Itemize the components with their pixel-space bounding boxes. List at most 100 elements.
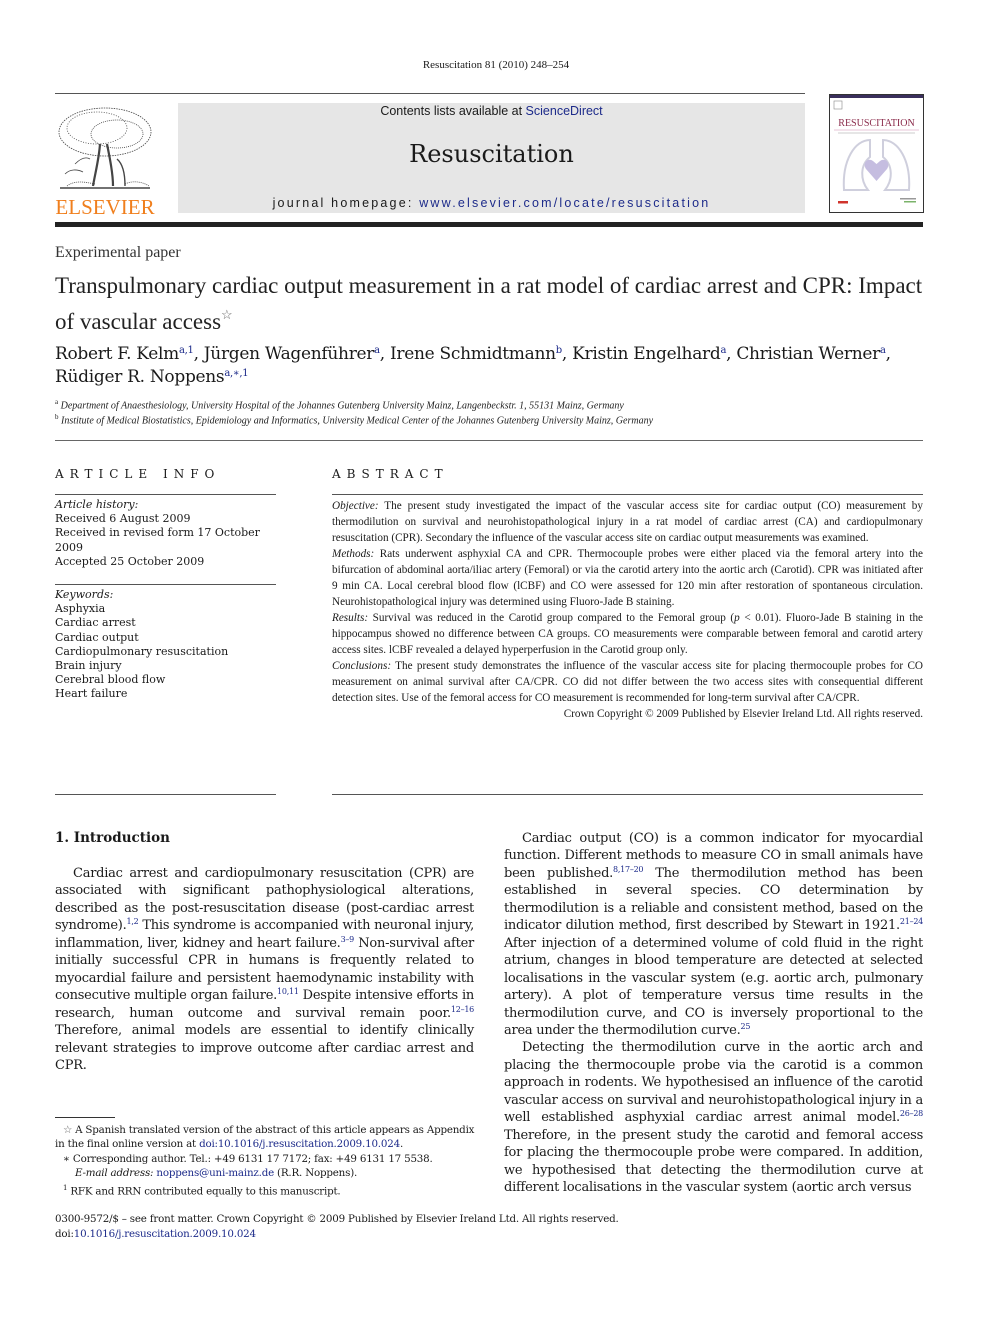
abstract-heading: ABSTRACT (332, 467, 449, 481)
footnote-one: 1 RFK and RRN contributed equally to thi… (55, 1181, 475, 1199)
citation-link[interactable]: 12–16 (451, 1005, 474, 1014)
article-history: Article history: Received 6 August 2009 … (55, 498, 285, 569)
abstract-text: Survival was reduced in the Carotid grou… (368, 612, 735, 624)
star-mark: ☆ (63, 1124, 73, 1136)
history-item: Received 6 August 2009 (55, 512, 191, 526)
citation-link[interactable]: 1,2 (126, 917, 138, 926)
author-name: Jürgen Wagenführer (203, 344, 375, 364)
keyword: Cardiac output (55, 630, 139, 644)
sciencedirect-link[interactable]: ScienceDirect (526, 104, 603, 118)
author-affiliation-mark[interactable]: a,1 (179, 345, 194, 356)
author-separator: , (561, 344, 573, 364)
affiliation-rule (55, 440, 923, 441)
abstract-text: Rats underwent asphyxial CA and CPR. The… (332, 548, 923, 608)
footnote-email: E-mail address: noppens@uni-mainz.de (R.… (55, 1166, 475, 1180)
affiliation-text: Department of Anaesthesiology, Universit… (60, 400, 624, 412)
affiliation-text: Institute of Medical Biostatistics, Epid… (61, 415, 654, 427)
paragraph-text: Therefore, animal models are essential t… (55, 1023, 474, 1073)
affiliation-mark: b (55, 413, 59, 421)
journal-homepage-line: journal homepage: www.elsevier.com/locat… (178, 196, 805, 210)
abstract-methods: Methods: Rats underwent asphyxial CA and… (332, 546, 923, 610)
cover-title: RESUSCITATION (838, 118, 914, 129)
author-separator: , (726, 344, 737, 364)
citation-link[interactable]: 21–24 (900, 917, 923, 926)
paragraph-text: Therefore, in the present study the caro… (504, 1127, 923, 1196)
doi-link[interactable]: doi:10.1016/j.resuscitation.2009.10.024 (199, 1138, 400, 1150)
history-item: Received in revised form 17 October 2009 (55, 526, 260, 554)
divider (55, 494, 276, 495)
abstract-text: The present study demonstrates the influ… (332, 660, 923, 704)
abstract-label: Objective: (332, 500, 379, 512)
contents-prefix: Contents lists available at (380, 104, 526, 118)
title-footnote-mark[interactable]: ☆ (221, 307, 233, 322)
footnote-text: Corresponding author. Tel.: +49 6131 17 … (69, 1152, 433, 1165)
author-name: Rüdiger R. Noppens (55, 367, 225, 387)
paragraph-text: After injection of a determined volume o… (504, 935, 923, 1038)
doi-prefix: doi: (55, 1227, 74, 1240)
affiliation: a Department of Anaesthesiology, Univers… (55, 398, 624, 411)
section-heading: 1. Introduction (55, 830, 170, 846)
email-label: E-mail address: (75, 1167, 154, 1180)
footnote-corresponding: ∗ Corresponding author. Tel.: +49 6131 1… (55, 1152, 475, 1166)
tree-icon (58, 107, 152, 189)
abstract-label: Conclusions: (332, 660, 392, 672)
keywords: Keywords: Asphyxia Cardiac arrest Cardia… (55, 588, 285, 702)
keyword: Brain injury (55, 659, 122, 673)
abstract-label: Methods: (332, 548, 375, 560)
author-name: Kristin Engelhard (572, 344, 721, 364)
citation-link[interactable]: 10,11 (277, 987, 299, 996)
divider (332, 494, 923, 495)
elsevier-wordmark: ELSEVIER (55, 195, 155, 219)
author-separator: , (379, 344, 390, 364)
homepage-prefix: journal homepage: (272, 196, 420, 210)
abstract-results: Results: Survival was reduced in the Car… (332, 610, 923, 658)
footnote-rule (55, 1117, 115, 1118)
paragraph: Cardiac arrest and cardiopulmonary resus… (55, 865, 474, 1074)
article-title: Transpulmonary cardiac output measuremen… (55, 271, 935, 336)
article-history-label: Article history: (55, 498, 139, 511)
article-type: Experimental paper (55, 244, 181, 261)
abstract-body: Objective: The present study investigate… (332, 498, 923, 722)
abstract-copyright: Crown Copyright © 2009 Published by Else… (563, 708, 923, 720)
journal-homepage-link[interactable]: www.elsevier.com/locate/resuscitation (419, 196, 710, 210)
affiliation-mark: a (55, 398, 59, 406)
citation-link[interactable]: 3–9 (341, 935, 355, 944)
author-name: Irene Schmidtmann (390, 344, 556, 364)
footnote-star: ☆ A Spanish translated version of the ab… (55, 1123, 475, 1152)
asterisk-mark: ∗ (63, 1152, 70, 1165)
citation-link[interactable]: 26–28 (900, 1109, 923, 1118)
citation-link[interactable]: 25 (741, 1022, 751, 1031)
author-name: Christian Werner (736, 344, 880, 364)
masthead-rule (55, 222, 923, 227)
contents-line: Contents lists available at ScienceDirec… (178, 104, 805, 118)
abstract-objective: Objective: The present study investigate… (332, 498, 923, 546)
citation-link[interactable]: 8,17–20 (613, 865, 644, 874)
journal-name: Resuscitation (409, 140, 574, 168)
paragraph-text: Detecting the thermodilution curve in th… (504, 1040, 923, 1126)
abstract-conclusions: Conclusions: The present study demonstra… (332, 658, 923, 706)
footnote-text: . (399, 1138, 404, 1151)
footnotes: ☆ A Spanish translated version of the ab… (55, 1123, 475, 1198)
cover-top-bar (830, 95, 923, 98)
running-head: Resuscitation 81 (2010) 248–254 (422, 59, 570, 71)
footnote-text: RFK and RRN contributed equally to this … (67, 1185, 341, 1198)
keyword: Cerebral blood flow (55, 673, 166, 687)
email-link[interactable]: noppens@uni-mainz.de (156, 1167, 274, 1179)
divider (55, 794, 276, 795)
footnote-text: (R.R. Noppens). (273, 1167, 358, 1180)
author-separator: , (193, 344, 204, 364)
history-item: Accepted 25 October 2009 (55, 554, 205, 568)
paragraph: Cardiac output (CO) is a common indicato… (504, 830, 923, 1039)
front-matter-footer: 0300-9572/$ – see front matter. Crown Co… (55, 1212, 755, 1241)
cover-logo-icon (833, 100, 843, 110)
paragraph: Detecting the thermodilution curve in th… (504, 1039, 923, 1196)
keyword: Asphyxia (55, 602, 106, 616)
abstract-text: The present study investigated the impac… (332, 500, 923, 544)
author-affiliation-mark[interactable]: a,∗,1 (224, 368, 248, 379)
doi-link[interactable]: 10.1016/j.resuscitation.2009.10.024 (74, 1228, 256, 1240)
keyword: Cardiac arrest (55, 616, 136, 630)
article-title-text: Transpulmonary cardiac output measuremen… (55, 273, 923, 334)
journal-cover-thumbnail: RESUSCITATION (829, 94, 924, 213)
heart-icon (864, 159, 889, 181)
keyword: Heart failure (55, 687, 128, 701)
